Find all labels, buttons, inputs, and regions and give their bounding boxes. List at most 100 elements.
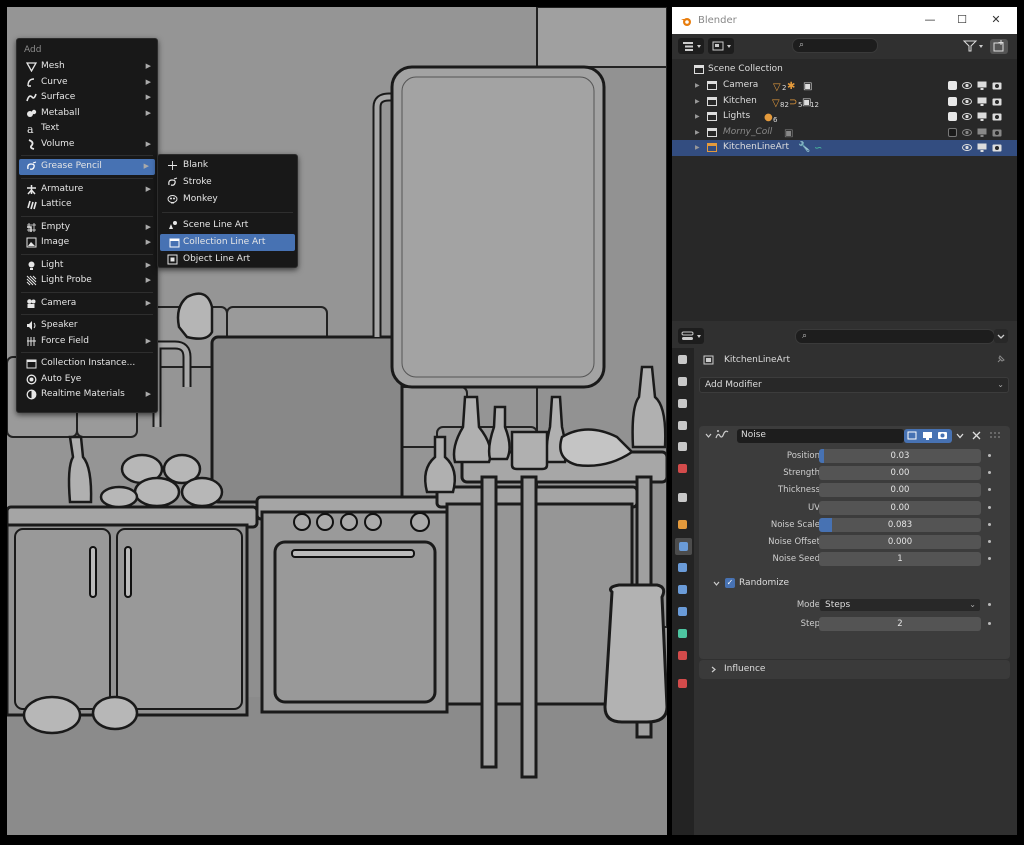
add-menu-item-metaball[interactable]: Metaball ▶: [17, 106, 157, 122]
gp-menu-item-blank[interactable]: Blank: [158, 157, 297, 174]
collapse-chevron-icon[interactable]: [704, 431, 713, 440]
render-camera-icon[interactable]: [992, 128, 1002, 137]
texture-tab-icon[interactable]: [677, 678, 690, 691]
keyframe-dot[interactable]: [988, 471, 991, 475]
render-tab-icon[interactable]: [677, 376, 690, 389]
filter-icon[interactable]: [962, 39, 986, 53]
exclude-checkbox[interactable]: [948, 127, 957, 137]
keyframe-dot[interactable]: [988, 488, 991, 492]
render-camera-icon[interactable]: [992, 97, 1002, 106]
add-menu-item-realtime-materials[interactable]: Realtime Materials ▶: [17, 387, 157, 403]
collection-tab-icon[interactable]: [677, 492, 690, 505]
add-menu-item-light-probe[interactable]: Light Probe ▶: [17, 273, 157, 289]
effects-tab-icon[interactable]: [677, 562, 690, 575]
keyframe-dot[interactable]: [988, 540, 991, 543]
position-slider[interactable]: 0.03: [819, 449, 981, 463]
data-tab-icon[interactable]: [677, 628, 690, 641]
influence-subpanel[interactable]: Influence: [699, 660, 1010, 679]
tool-tab-icon[interactable]: [677, 354, 690, 367]
physics-tab-icon[interactable]: [677, 584, 690, 597]
add-menu-item-collection-instance[interactable]: Collection Instance...: [17, 356, 157, 372]
exclude-checkbox[interactable]: [948, 96, 957, 106]
drag-handle-icon[interactable]: [989, 431, 1003, 440]
eye-icon[interactable]: [962, 81, 972, 90]
eye-icon[interactable]: [962, 143, 972, 152]
outliner-row-lights[interactable]: ▶ Lights ● 6: [672, 109, 1017, 125]
add-menu-item-force-field[interactable]: Force Field ▶: [17, 334, 157, 350]
outliner-row-kitchenlineart[interactable]: ▶ KitchenLineArt 🔧 ∽: [672, 140, 1017, 156]
keyframe-dot[interactable]: [988, 557, 991, 561]
scene-collection-row[interactable]: Scene Collection: [672, 62, 1017, 78]
render-camera-icon[interactable]: [992, 81, 1002, 90]
noise-offset-slider[interactable]: 0.000: [819, 535, 981, 549]
exclude-checkbox[interactable]: [948, 81, 957, 90]
add-menu-item-auto-eye[interactable]: Auto Eye: [17, 372, 157, 388]
add-menu-item-text[interactable]: a Text: [17, 121, 157, 137]
object-tab-icon[interactable]: [677, 519, 690, 532]
material-tab-icon[interactable]: [677, 650, 690, 663]
new-collection-button[interactable]: [990, 39, 1008, 54]
maximize-button[interactable]: ☐: [955, 13, 969, 27]
expand-arrow-icon[interactable]: ▶: [695, 140, 700, 156]
scene-tab-icon[interactable]: [677, 441, 690, 454]
add-menu-item-mesh[interactable]: Mesh ▶: [17, 59, 157, 75]
exclude-checkbox[interactable]: [948, 112, 957, 122]
expand-arrow-icon[interactable]: ▶: [695, 94, 700, 110]
expand-arrow-icon[interactable]: ▶: [695, 78, 700, 94]
close-icon[interactable]: [971, 430, 982, 441]
viewport-monitor-icon[interactable]: [977, 112, 987, 122]
keyframe-dot[interactable]: [988, 622, 991, 625]
output-tab-icon[interactable]: [677, 398, 690, 411]
viewport-monitor-icon[interactable]: [977, 81, 987, 90]
eye-icon[interactable]: [962, 128, 972, 137]
mode-dropdown[interactable]: Steps ⌄: [819, 598, 981, 612]
chevron-down-icon[interactable]: [954, 430, 966, 442]
add-menu-item-grease-pencil[interactable]: Grease Pencil ▶: [19, 159, 155, 175]
outliner-search-input[interactable]: ⌕: [792, 38, 878, 53]
add-menu-item-image[interactable]: Image ▶: [17, 235, 157, 251]
gp-menu-item-object-line-art[interactable]: Object Line Art: [158, 251, 297, 268]
add-menu-item-empty[interactable]: Empty ▶: [17, 220, 157, 236]
viewport-monitor-icon[interactable]: [977, 128, 987, 137]
outliner-row-camera[interactable]: ▶ Camera ▽ 2 ✱ ▣: [672, 78, 1017, 94]
keyframe-dot[interactable]: [988, 454, 991, 457]
add-menu-item-camera[interactable]: Camera ▶: [17, 296, 157, 312]
expand-arrow-icon[interactable]: ▶: [695, 109, 700, 125]
strength-slider[interactable]: 0.00: [819, 466, 981, 481]
expand-arrow-icon[interactable]: ▶: [695, 125, 700, 141]
gp-menu-item-scene-line-art[interactable]: Scene Line Art: [158, 217, 297, 234]
uv-slider[interactable]: 0.00: [819, 500, 981, 515]
noise-scale-slider[interactable]: 0.083: [819, 517, 981, 532]
minimize-button[interactable]: —: [923, 13, 937, 27]
gp-menu-item-stroke[interactable]: Stroke: [158, 174, 297, 191]
keyframe-dot[interactable]: [988, 505, 991, 509]
step-field[interactable]: 2: [819, 617, 981, 631]
add-menu-item-speaker[interactable]: Speaker: [17, 318, 157, 334]
outliner-row-kitchen[interactable]: ▶ Kitchen ▽ 82 ⊃ 5 ▣ 12: [672, 94, 1017, 110]
eye-icon[interactable]: [962, 112, 972, 121]
render-camera-icon[interactable]: [992, 112, 1002, 121]
properties-editor-type-button[interactable]: [678, 328, 704, 344]
add-modifier-dropdown[interactable]: Add Modifier ⌄: [699, 377, 1009, 393]
eye-icon[interactable]: [962, 97, 972, 106]
constraints-tab-icon[interactable]: [677, 606, 690, 619]
keyframe-dot[interactable]: [988, 522, 991, 526]
view-layer-tab-icon[interactable]: [677, 420, 690, 433]
viewport-monitor-icon[interactable]: [977, 143, 987, 153]
render-camera-icon[interactable]: [992, 143, 1002, 152]
noise-seed-slider[interactable]: 1: [819, 552, 981, 567]
close-button[interactable]: ✕: [989, 13, 1003, 27]
properties-search-input[interactable]: ⌕: [795, 329, 995, 344]
add-menu-item-surface[interactable]: Surface ▶: [17, 90, 157, 106]
add-menu-item-curve[interactable]: Curve ▶: [17, 75, 157, 91]
thickness-slider[interactable]: 0.00: [819, 483, 981, 498]
editor-type-button[interactable]: [678, 38, 704, 54]
keyframe-dot[interactable]: [988, 603, 991, 606]
display-mode-button[interactable]: [708, 38, 734, 54]
add-menu-item-lattice[interactable]: Lattice: [17, 197, 157, 213]
gp-menu-item-monkey[interactable]: Monkey: [158, 191, 297, 208]
modifier-name-field[interactable]: Noise: [737, 429, 904, 443]
properties-options-dropdown[interactable]: [994, 329, 1008, 343]
add-menu-item-light[interactable]: Light ▶: [17, 258, 157, 274]
viewport-monitor-icon[interactable]: [977, 97, 987, 106]
